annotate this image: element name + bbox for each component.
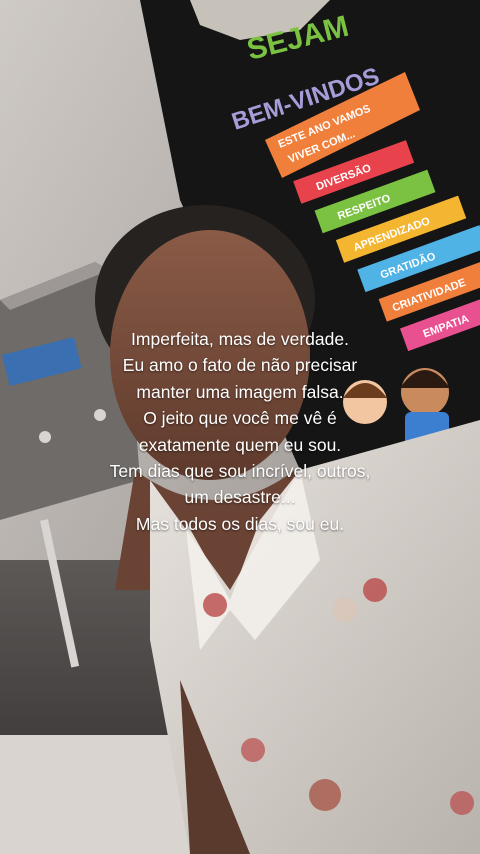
caption-line-1: Imperfeita, mas de verdade.: [131, 329, 349, 349]
caption-line-4: O jeito que você me vê é: [143, 408, 337, 429]
caption-line-3: manter uma imagem falsa.: [136, 381, 344, 402]
caption-line-8: Mas todos os dias, sou eu.: [135, 513, 345, 534]
caption-line-6: Tem dias que sou incrível, outros,: [109, 461, 371, 482]
photo-caption: Imperfeita, mas de verdade. Eu amo o fat…: [0, 326, 480, 537]
caption-line-7: um desastre...: [184, 487, 296, 508]
caption-line-5: exatamente quem eu sou.: [138, 434, 342, 455]
caption-line-2: Eu amo o fato de não precisar: [122, 355, 358, 376]
